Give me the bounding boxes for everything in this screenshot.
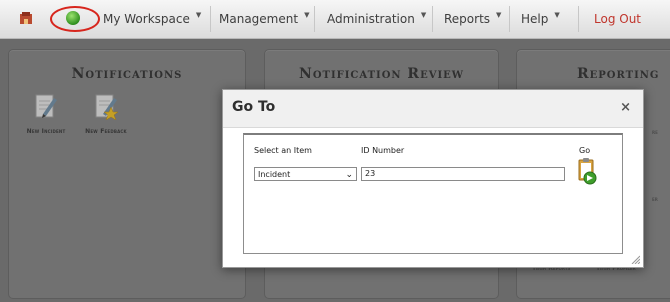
item-type-select[interactable]: Incident ⌄ [254,167,357,181]
id-number-label: ID Number [361,146,405,155]
nav-separator [432,6,433,32]
dialog-title: Go To [232,99,276,115]
caret-down-icon: ▼ [420,11,427,19]
go-label: Go [579,146,591,155]
dialog-header: Go To × [223,90,643,128]
go-to-dialog: Go To × Select an Item ID Number Go Inci… [222,89,644,268]
nav-reports[interactable]: Reports ▼ [444,0,501,38]
caret-down-icon: ▼ [304,11,310,19]
id-number-input[interactable]: 23 [361,167,565,181]
dialog-body: Select an Item ID Number Go Incident ⌄ 2… [243,133,623,254]
top-nav-bar: My Workspace ▼ Management ▼ Administration… [0,0,670,39]
nav-separator [210,6,211,32]
close-icon[interactable]: × [620,100,631,115]
go-icon [66,11,80,25]
go-to-button[interactable] [50,6,100,32]
resize-grip-icon[interactable] [630,254,640,264]
nav-separator [578,6,579,32]
nav-my-workspace[interactable]: My Workspace ▼ [103,0,201,38]
nav-separator [509,6,510,32]
caret-down-icon: ▼ [195,11,202,19]
select-item-label: Select an Item [254,146,312,155]
caret-down-icon: ▼ [496,11,502,19]
caret-down-icon: ▼ [554,11,560,19]
nav-help[interactable]: Help ▼ [521,0,560,38]
nav-management[interactable]: Management ▼ [219,0,309,38]
chevron-down-icon: ⌄ [345,170,353,180]
app-home-icon[interactable] [18,10,34,26]
clipboard-go-icon[interactable] [576,157,598,185]
nav-separator [314,6,315,32]
select-value: Incident [258,170,291,179]
nav-administration[interactable]: Administration ▼ [327,0,426,38]
nav-log-out[interactable]: Log Out [594,0,641,38]
